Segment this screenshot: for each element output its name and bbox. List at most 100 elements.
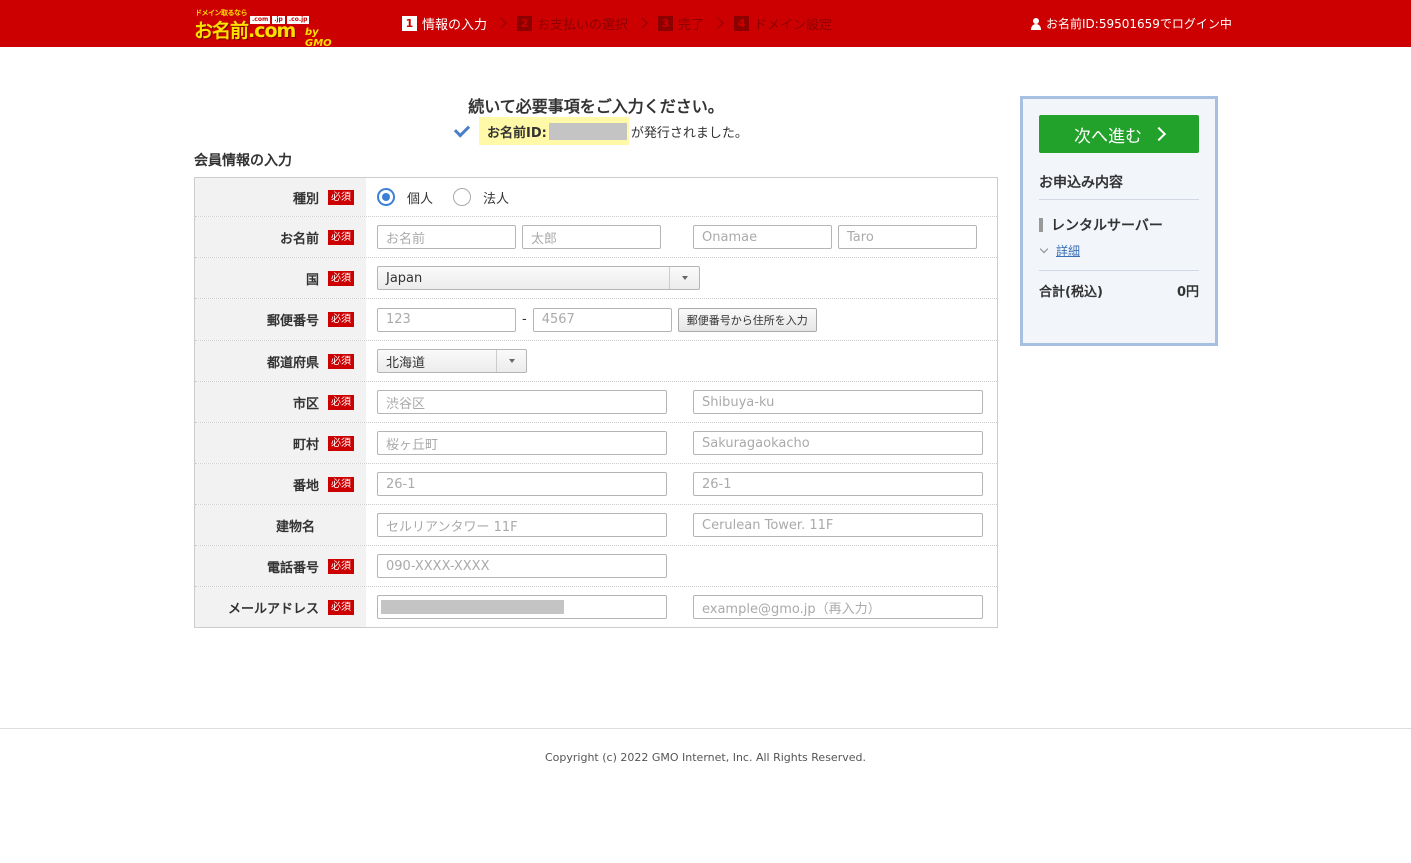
field-label: メールアドレス 必須 (195, 587, 366, 627)
radio-corporation[interactable]: 法人 (453, 188, 509, 207)
form-row-prefecture: 都道府県 必須 北海道 (195, 341, 997, 382)
first-name-roman-input[interactable]: Taro (838, 225, 977, 249)
form-row-zip: 郵便番号 必須 123 - 4567 郵便番号から住所を入力 (195, 299, 997, 341)
order-item: レンタルサーバー (1039, 215, 1163, 235)
logo-tld: .jp (272, 16, 285, 24)
field-label: 電話番号 必須 (195, 546, 366, 586)
required-badge: 必須 (328, 229, 354, 245)
user-icon (1030, 17, 1042, 30)
email-input[interactable] (377, 595, 667, 619)
chevron-right-icon (636, 17, 648, 29)
label-text: お名前 (279, 231, 319, 247)
next-button[interactable]: 次へ進む (1039, 115, 1199, 153)
check-icon (453, 120, 471, 138)
field-label: 国 必須 (195, 258, 366, 298)
copyright: Copyright (c) 2022 GMO Internet, Inc. Al… (545, 751, 866, 764)
label-text: 都道府県 (266, 355, 319, 371)
label-text: 町村 (292, 437, 319, 453)
required-badge: 必須 (328, 558, 354, 574)
select-value: Japan (386, 270, 423, 286)
detail-toggle[interactable]: 詳細 (1039, 242, 1080, 259)
town-input[interactable]: 桜ヶ丘町 (377, 431, 667, 455)
page-heading: 続いて必要事項をご入力ください。 (468, 97, 724, 116)
required-badge: 必須 (328, 189, 354, 205)
required-badge: 必須 (328, 353, 354, 369)
field-content: 桜ヶ丘町 Sakuragaokacho (366, 423, 997, 463)
chevron-right-icon (712, 17, 724, 29)
chevron-down-icon (496, 350, 526, 372)
issued-id-highlight: お名前ID: (479, 117, 629, 145)
logo-gmo: by GMO (305, 27, 332, 49)
field-content: お名前 太郎 Onamae Taro (366, 217, 997, 257)
field-content: example@gmo.jp（再入力） (366, 587, 997, 627)
step-domain-settings: 4 ドメイン設定 (734, 14, 832, 33)
form-row-building: 建物名 セルリアンタワー 11F Cerulean Tower. 11F (195, 505, 997, 546)
login-status: お名前ID:59501659でログイン中 (1030, 15, 1232, 32)
city-input[interactable]: 渋谷区 (377, 390, 667, 414)
field-content: セルリアンタワー 11F Cerulean Tower. 11F (366, 505, 997, 545)
step-number: 2 (517, 15, 533, 31)
last-name-roman-input[interactable]: Onamae (693, 225, 832, 249)
progress-steps: 1 情報の入力 2 お支払いの選択 3 完了 4 ドメイン設定 (402, 14, 832, 33)
form-row-country: 国 必須 Japan (195, 258, 997, 299)
onamae-logo[interactable]: ドメイン取るなら お名前.com .com .jp .co.jp by GMO (194, 6, 344, 49)
block-input[interactable]: 26-1 (377, 472, 667, 496)
country-select[interactable]: Japan (377, 266, 700, 290)
header-bar: ドメイン取るなら お名前.com .com .jp .co.jp by GMO … (0, 0, 1411, 49)
phone-input[interactable]: 090-XXXX-XXXX (377, 554, 667, 578)
label-text: 郵便番号 (266, 314, 319, 329)
radio-individual[interactable]: 個人 (377, 188, 433, 207)
required-badge: 必須 (328, 270, 354, 286)
radio-dot[interactable] (377, 188, 395, 206)
form-row-phone: 電話番号 必須 090-XXXX-XXXX (195, 546, 997, 587)
chevron-down-icon (1039, 244, 1049, 254)
zip-first-input[interactable]: 123 (377, 307, 516, 332)
field-content: 090-XXXX-XXXX (366, 546, 997, 586)
zip-lookup-button[interactable]: 郵便番号から住所を入力 (677, 307, 817, 332)
step-label: 完了 (678, 17, 705, 33)
form-row-town: 町村 必須 桜ヶ丘町 Sakuragaokacho (195, 423, 997, 464)
radio-label: 法人 (483, 191, 510, 207)
form-row-name: お名前 必須 お名前 太郎 Onamae Taro (195, 217, 997, 258)
detail-link[interactable]: 詳細 (1056, 242, 1080, 259)
building-input[interactable]: セルリアンタワー 11F (377, 513, 667, 537)
block-roman-input[interactable]: 26-1 (693, 472, 983, 496)
city-roman-input[interactable]: Shibuya-ku (693, 390, 983, 414)
masked-email (381, 600, 564, 614)
radio-dot[interactable] (453, 188, 472, 206)
building-roman-input[interactable]: Cerulean Tower. 11F (693, 513, 983, 537)
town-roman-input[interactable]: Sakuragaokacho (693, 431, 983, 455)
label-text: 電話番号 (266, 560, 319, 576)
step-input-info: 1 情報の入力 (402, 14, 487, 33)
step-payment: 2 お支払いの選択 (517, 14, 628, 33)
form-row-type: 種別 必須 個人 法人 (195, 178, 997, 217)
field-label: 郵便番号 必須 (195, 299, 366, 340)
login-text: お名前ID:59501659でログイン中 (1046, 17, 1232, 31)
masked-id (548, 122, 627, 140)
required-badge: 必須 (328, 435, 354, 451)
label-text: 種別 (292, 191, 319, 207)
field-label: 番地 必須 (195, 464, 366, 504)
logo-tlds: .com .jp .co.jp (250, 16, 310, 24)
logo-tld: .com (250, 16, 271, 24)
total-label: 合計(税込) (1039, 285, 1103, 300)
issued-suffix: が発行されました。 (630, 125, 748, 141)
field-label: 建物名 (195, 505, 366, 545)
field-label: お名前 必須 (195, 217, 366, 257)
prefecture-select[interactable]: 北海道 (377, 349, 527, 373)
first-name-input[interactable]: 太郎 (522, 225, 661, 249)
required-badge: 必須 (328, 476, 354, 492)
label-text: 建物名 (275, 519, 315, 535)
required-badge: 必須 (328, 599, 354, 615)
field-label: 町村 必須 (195, 423, 366, 463)
required-badge: 必須 (328, 312, 354, 327)
email-confirm-input[interactable]: example@gmo.jp（再入力） (693, 595, 983, 619)
divider (1039, 199, 1199, 200)
field-label: 市区 必須 (195, 382, 366, 422)
zip-second-input[interactable]: 4567 (532, 307, 672, 332)
step-complete: 3 完了 (658, 14, 704, 33)
required-badge: 必須 (328, 394, 354, 410)
label-text: メールアドレス (227, 601, 319, 617)
last-name-input[interactable]: お名前 (377, 225, 516, 249)
next-button-label: 次へ進む (1074, 126, 1142, 147)
